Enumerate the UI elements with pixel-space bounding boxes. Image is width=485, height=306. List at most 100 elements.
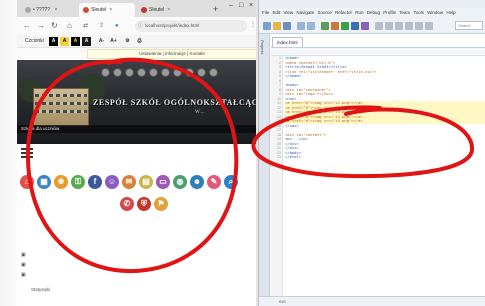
emblem-icon <box>185 68 194 77</box>
chat-icon[interactable]: ✎ <box>207 175 221 189</box>
notice-bar[interactable]: Ustawienia | Informacje | Kontakt <box>87 49 257 59</box>
settings-icon[interactable]: ⚙ <box>123 37 132 46</box>
search-icon[interactable]: ⌕ <box>224 175 238 189</box>
browser-tab-3[interactable]: Sleutel × <box>137 3 199 17</box>
ide-titlebar <box>259 0 485 8</box>
close-icon[interactable]: × <box>109 7 112 13</box>
browser-tab-2[interactable]: Sleutel × <box>79 3 135 17</box>
emblem-icon <box>113 68 122 77</box>
window-row <box>35 94 87 97</box>
globe-icon[interactable]: ◍ <box>173 175 187 189</box>
mail-icon[interactable]: ✉ <box>122 175 136 189</box>
build-icon[interactable] <box>321 22 329 30</box>
emblem-row <box>101 68 231 78</box>
phone-icon[interactable]: ✆ <box>120 197 134 211</box>
people-icon[interactable]: ⚑ <box>154 197 168 211</box>
font-minus-icon[interactable]: A- <box>97 37 106 46</box>
editor-tab-index[interactable]: index.html <box>272 37 303 47</box>
translate-icon[interactable]: ⇄ <box>83 21 88 31</box>
minimize-icon[interactable]: – <box>229 2 233 9</box>
toolbar-icon[interactable] <box>415 22 423 30</box>
open-folder-icon[interactable] <box>273 22 281 30</box>
toolbar-icon[interactable] <box>375 22 383 30</box>
toolbar-icon[interactable] <box>425 22 433 30</box>
profile-icon[interactable] <box>361 22 369 30</box>
photo-edge <box>0 0 17 306</box>
ide-window: File Edit View Navigate Source Refactor … <box>258 0 485 306</box>
print-icon[interactable]: ⎙ <box>135 37 144 46</box>
tab-label: • ????? <box>33 7 52 13</box>
back-icon[interactable]: ← <box>23 21 31 31</box>
emblem-icon <box>101 68 110 77</box>
code-editor[interactable]: <head> <meta charset="utf-8"> <title>Zes… <box>285 56 485 296</box>
close-icon[interactable]: × <box>167 7 170 13</box>
facebook-icon[interactable]: f <box>88 175 102 189</box>
browser-toolbar: ← → ↻ ⌂ ⇄ ⇪ ● ⓘ localhost/projekt/index.h… <box>17 17 257 35</box>
browser-tabstrip: • ????? × Sleutel × Sleutel × + – □ × <box>17 0 257 17</box>
toolbar-icon[interactable] <box>405 22 413 30</box>
home-icon[interactable]: ⌂ <box>20 175 34 189</box>
window-row <box>35 102 87 105</box>
toolbar-icon[interactable] <box>395 22 403 30</box>
extension-icon[interactable]: ● <box>115 21 119 31</box>
clean-build-icon[interactable] <box>331 22 339 30</box>
emblem-icon <box>149 68 158 77</box>
url-text: localhost/projekt/index.html <box>145 23 200 28</box>
projects-panel[interactable]: Projects <box>259 34 270 296</box>
contrast-button-1[interactable]: A <box>49 37 58 46</box>
user-icon[interactable]: ☻ <box>190 175 204 189</box>
ide-menubar[interactable]: File Edit View Navigate Source Refactor … <box>259 8 485 18</box>
editor-toolbar <box>271 47 485 56</box>
footer-mini-icon[interactable]: ▣ <box>21 262 26 268</box>
save-icon[interactable] <box>283 22 291 30</box>
card-icon[interactable]: ▭ <box>156 175 170 189</box>
browser-tab-1[interactable]: • ????? × <box>21 3 77 17</box>
footer-mini-icon[interactable]: ▣ <box>21 272 26 278</box>
lock-icon[interactable]: ⚿ <box>71 175 85 189</box>
forward-icon[interactable]: → <box>37 21 45 31</box>
contrast-button-2[interactable]: A <box>60 37 69 46</box>
undo-icon[interactable] <box>297 22 305 30</box>
emblem-icon <box>137 68 146 77</box>
person-icon[interactable]: ☺ <box>105 175 119 189</box>
shield-icon[interactable]: ⛨ <box>137 197 151 211</box>
line-number: 23 <box>277 155 281 159</box>
reload-icon[interactable]: ↻ <box>51 21 58 31</box>
redo-icon[interactable] <box>307 22 315 30</box>
school-subtitle: W ... <box>195 110 205 115</box>
font-plus-icon[interactable]: A+ <box>109 37 118 46</box>
calendar-icon[interactable]: ▦ <box>37 175 51 189</box>
contrast-button-3[interactable]: A <box>71 37 80 46</box>
page-footer-text: Statystyki <box>31 287 51 292</box>
hamburger-menu-icon[interactable] <box>21 148 33 158</box>
new-tab-icon[interactable]: + <box>213 3 218 15</box>
tab-label: Sleutel <box>149 7 165 13</box>
debug-icon[interactable] <box>351 22 359 30</box>
share-icon[interactable]: ⇪ <box>99 21 104 31</box>
maximize-icon[interactable]: □ <box>239 2 243 9</box>
footer-mini-icon[interactable]: ▣ <box>21 252 26 258</box>
run-icon[interactable] <box>341 22 349 30</box>
tab-label: Sleutel <box>91 7 107 13</box>
banner-motto: Szkoła dla uczniów <box>17 125 257 133</box>
code-line[interactable]: </html> <box>285 154 485 160</box>
font-size-label: Czcionki <box>25 38 44 44</box>
book-icon[interactable]: ▤ <box>139 175 153 189</box>
home-icon[interactable]: ⌂ <box>67 21 72 31</box>
tab-favicon-icon <box>83 6 89 13</box>
close-icon[interactable]: × <box>54 7 57 13</box>
emblem-icon <box>209 68 218 77</box>
new-file-icon[interactable] <box>263 22 271 30</box>
web-page: ZESPÓŁ SZKÓŁ OGÓLNOKSZTAŁCĄCYCH W ... Sz… <box>17 59 257 306</box>
toolbar-icon[interactable] <box>385 22 393 30</box>
address-bar[interactable]: ⓘ localhost/projekt/index.html <box>135 20 247 32</box>
accessibility-bar: Czcionki A A A A A- A+ ⚙ ⎙ <box>17 35 257 48</box>
ide-search-input[interactable]: Search <box>455 21 483 30</box>
window-row <box>35 110 87 113</box>
gallery-icon[interactable]: ❀ <box>54 175 68 189</box>
contrast-button-4[interactable]: A <box>82 37 91 46</box>
school-banner: ZESPÓŁ SZKÓŁ OGÓLNOKSZTAŁCĄCYCH W ... Sz… <box>17 60 257 144</box>
emblem-icon <box>125 68 134 77</box>
window-close-icon[interactable]: × <box>249 2 253 9</box>
school-title: ZESPÓŁ SZKÓŁ OGÓLNOKSZTAŁCĄCYCH <box>93 98 257 107</box>
